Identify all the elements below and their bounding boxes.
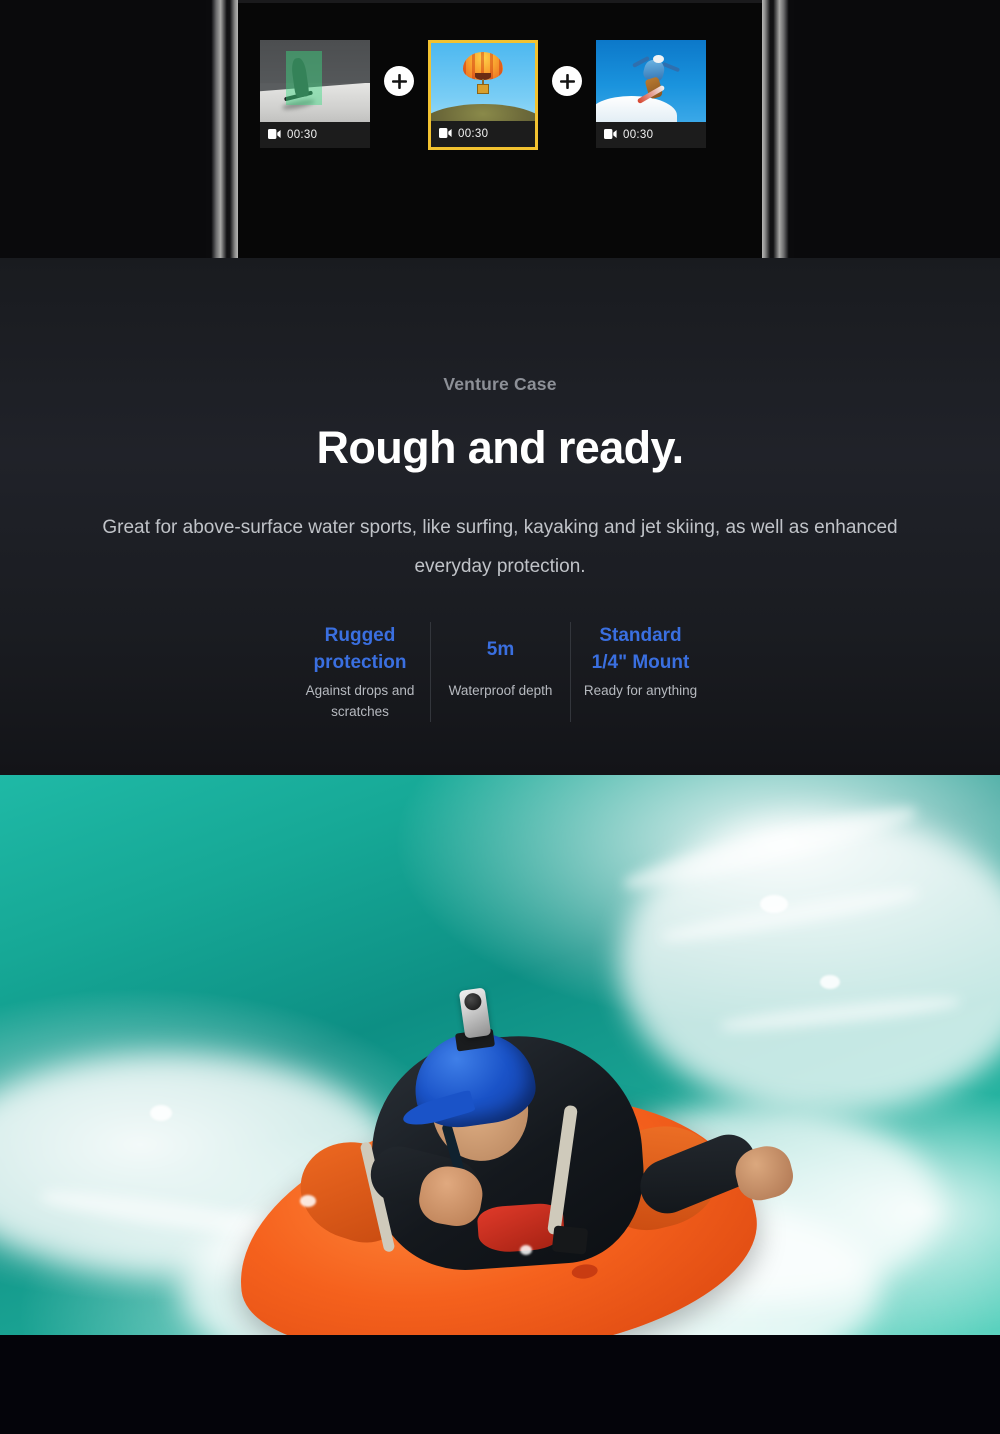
video-camera-icon (268, 126, 281, 144)
promo-copy-section: Venture Case Rough and ready. Great for … (0, 258, 1000, 775)
feature-stat-rugged-protection: Rugged protection Against drops and scra… (290, 622, 430, 722)
add-clip-button-1[interactable] (384, 66, 414, 96)
clip-duration: 00:30 (623, 129, 654, 141)
feature-stat-waterproof-depth: 5m Waterproof depth (430, 622, 570, 722)
clip-timeline-strip[interactable]: 00:30 00:30 00:30 (260, 40, 706, 150)
clip-thumbnail-3[interactable]: 00:30 (596, 40, 706, 148)
scene-snowboarder-blue (596, 40, 706, 122)
clip-meta-3: 00:30 (596, 122, 706, 148)
product-eyebrow: Venture Case (443, 374, 557, 394)
promo-description: Great for above-surface water sports, li… (102, 517, 898, 577)
device-editor-section: 00:30 00:30 00:30 (0, 0, 1000, 258)
clip-meta-1: 00:30 (260, 122, 370, 148)
product-page: 00:30 00:30 00:30 Venture Case Rough and… (0, 0, 1000, 1434)
feature-stat-standard-mount: Standard 1/4" Mount Ready for anything (570, 622, 710, 722)
stat-value: Standard 1/4" Mount (591, 625, 690, 673)
scene-snowboarder-grey (260, 40, 370, 122)
stat-label: Waterproof depth (448, 683, 553, 698)
stat-label: Ready for anything (583, 683, 698, 698)
stat-label: Against drops and scratches (305, 683, 415, 719)
tracking-box-overlay (286, 50, 322, 105)
clip-duration: 00:30 (458, 128, 489, 140)
page-title: Rough and ready. (316, 422, 684, 473)
video-camera-icon (604, 126, 617, 144)
clip-thumbnail-2[interactable]: 00:30 (428, 40, 538, 150)
clip-preview-3 (596, 40, 706, 122)
hero-photo-kayaker (0, 775, 1000, 1335)
screen-top-edge (238, 0, 762, 3)
stat-value: Rugged protection (313, 625, 407, 673)
clip-preview-2 (431, 43, 535, 121)
footer-spacer (0, 1335, 1000, 1434)
clip-meta-2: 00:30 (431, 121, 535, 147)
stat-value: 5m (486, 638, 515, 660)
clip-duration: 00:30 (287, 129, 318, 141)
plus-icon (391, 73, 407, 89)
harness-buckle (551, 1225, 589, 1255)
scene-hot-air-balloon (431, 43, 535, 121)
add-clip-button-2[interactable] (552, 66, 582, 96)
plus-icon (559, 73, 575, 89)
feature-stats: Rugged protection Against drops and scra… (0, 622, 1000, 722)
device-screen: 00:30 00:30 00:30 (238, 0, 762, 258)
clip-thumbnail-1[interactable]: 00:30 (260, 40, 370, 148)
video-camera-icon (439, 125, 452, 143)
clip-preview-1 (260, 40, 370, 122)
